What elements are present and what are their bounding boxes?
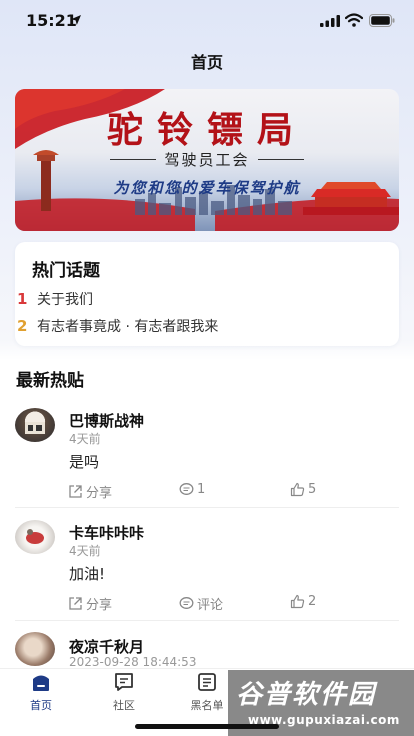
like-count: 5 — [308, 482, 317, 497]
hot-topic-rank: 2 — [17, 317, 28, 335]
latest-posts-title: 最新热贴 — [16, 371, 84, 391]
list-icon — [198, 673, 216, 691]
avatar[interactable] — [15, 408, 55, 442]
tab-community[interactable]: 社区 — [94, 671, 154, 713]
avatar-image — [26, 529, 44, 544]
banner-subtitle-row: 驾驶员工会 — [15, 149, 399, 170]
comment-button[interactable]: 1 — [179, 482, 205, 497]
post-author[interactable]: 卡车咔咔咔 — [69, 522, 144, 543]
tab-label: 首页 — [30, 699, 52, 712]
post-content: 加油! — [69, 565, 106, 583]
hot-topic-text: 有志者事竟成 · 有志者跟我来 — [37, 319, 219, 335]
hot-topic-text: 关于我们 — [37, 292, 93, 308]
tab-home[interactable]: 首页 — [11, 671, 71, 713]
like-button[interactable]: 5 — [290, 482, 316, 497]
hot-topic-rank: 1 — [17, 290, 28, 308]
hot-topic-item[interactable]: 2 有志者事竟成 · 有志者跟我来 — [17, 316, 218, 336]
battery-icon — [369, 14, 395, 27]
banner-slogan: 为您和您的爱车保驾护航 — [113, 179, 301, 197]
home-icon — [33, 675, 49, 691]
chat-icon — [115, 673, 133, 691]
share-button[interactable]: 分享 — [68, 594, 112, 613]
hot-topics-title: 热门话题 — [32, 261, 100, 281]
page-title: 首页 — [190, 53, 223, 72]
divider-line — [110, 159, 157, 160]
comment-button[interactable]: 评论 — [179, 594, 223, 613]
banner-title: 驼铃镖局 — [106, 109, 307, 151]
post-time: 4天前 — [69, 544, 101, 558]
post-card[interactable]: 巴博斯战神 4天前 是吗 分享 1 5 — [0, 398, 414, 508]
comment-icon — [179, 483, 194, 495]
share-icon — [69, 597, 82, 610]
avatar-image — [25, 422, 45, 434]
home-indicator — [135, 724, 279, 729]
tab-label: 社区 — [113, 699, 135, 712]
post-time: 4天前 — [69, 432, 101, 446]
share-label: 分享 — [86, 486, 113, 501]
thumbs-up-icon — [290, 482, 305, 497]
comment-count: 1 — [197, 482, 206, 497]
divider — [15, 507, 399, 508]
post-card[interactable]: 卡车咔咔咔 4天前 加油! 分享 评论 2 — [0, 510, 414, 620]
avatar[interactable] — [15, 520, 55, 554]
post-author[interactable]: 夜凉千秋月 — [69, 636, 144, 657]
banner[interactable]: 驼铃镖局 驾驶员工会 为您和您的爱车保驾护航 — [15, 89, 399, 231]
share-button[interactable]: 分享 — [68, 482, 112, 501]
divider — [15, 620, 399, 621]
cellular-signal-icon — [320, 15, 340, 27]
post-author[interactable]: 巴博斯战神 — [69, 410, 144, 431]
like-count: 2 — [308, 594, 317, 609]
post-content: 是吗 — [69, 453, 100, 471]
avatar[interactable] — [15, 632, 55, 666]
hot-topic-item[interactable]: 1 关于我们 — [17, 289, 93, 309]
location-arrow-icon — [71, 15, 81, 25]
watermark-brand: 谷普软件园 — [236, 680, 377, 710]
wifi-icon — [345, 13, 363, 27]
thumbs-up-icon — [290, 594, 305, 609]
share-icon — [69, 485, 82, 498]
like-button[interactable]: 2 — [290, 594, 316, 609]
post-time: 2023-09-28 18:44:53 — [69, 655, 197, 668]
banner-subtitle: 驾驶员工会 — [164, 151, 250, 169]
status-bar: 15:21 — [0, 0, 414, 44]
comment-icon — [179, 597, 194, 609]
tab-label: 黑名单 — [190, 699, 224, 712]
post-card[interactable]: 夜凉千秋月 2023-09-28 18:44:53 — [0, 624, 414, 668]
share-label: 分享 — [86, 598, 113, 613]
comment-label: 评论 — [197, 598, 224, 613]
divider-line — [257, 159, 304, 160]
